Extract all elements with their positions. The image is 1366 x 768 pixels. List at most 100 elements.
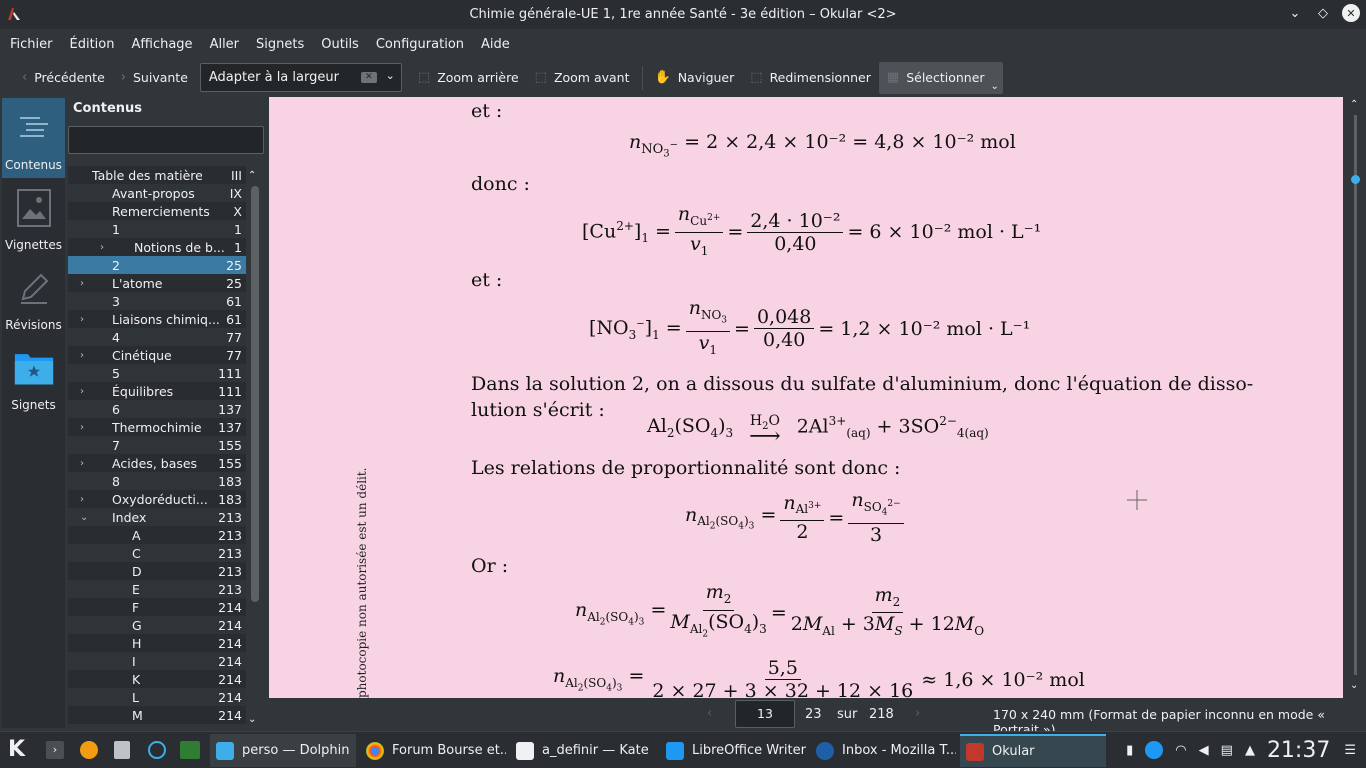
menu-affichage[interactable]: Affichage [131, 37, 192, 52]
device-icon[interactable]: ▮ [1126, 743, 1133, 758]
task-kate[interactable]: a_definir — Kate [510, 734, 656, 767]
toc-item[interactable]: 7 155 [68, 436, 246, 454]
expand-icon[interactable]: › [80, 386, 84, 397]
expand-icon[interactable]: › [80, 422, 84, 433]
select-tool-button[interactable]: ▦ Sélectionner ⌄ [878, 61, 1003, 94]
toc-item[interactable]: › Notions de b... 1 [68, 238, 246, 256]
bluetooth-icon[interactable] [1145, 741, 1164, 759]
calculator-icon[interactable] [114, 741, 130, 759]
chevron-down-icon[interactable]: ⌄ [386, 69, 395, 82]
expand-icon[interactable]: › [80, 350, 84, 361]
task-thunderbird[interactable]: Inbox - Mozilla T... [810, 734, 956, 767]
toc-item[interactable]: I 214 [68, 652, 246, 670]
settings-app-icon[interactable] [148, 741, 166, 759]
task-dolphin[interactable]: perso — Dolphin [210, 734, 356, 767]
toc-item[interactable]: 11 [68, 220, 246, 238]
toc-item[interactable]: ⌄ Index 213 [68, 508, 246, 526]
toc-item[interactable]: D 213 [68, 562, 246, 580]
close-icon[interactable]: ✕ [1342, 4, 1360, 22]
document-scrollbar[interactable]: ⌃ ⌄ [1343, 97, 1366, 698]
clipboard-icon[interactable]: ▤ [1221, 743, 1233, 758]
menu-aide[interactable]: Aide [481, 37, 510, 52]
toc-item[interactable]: Avant-propos IX [68, 184, 246, 202]
sidebar-item-contents[interactable]: Contenus [2, 98, 65, 178]
document-page[interactable]: et : nNO3− = 2 × 2,4 × 10⁻² = 4,8 × 10⁻²… [269, 97, 1343, 698]
image-viewer-icon[interactable] [180, 741, 200, 759]
browse-tool-button[interactable]: ✋ Naviguer [647, 62, 743, 94]
sidebar-item-thumbnails[interactable]: Vignettes [2, 178, 65, 258]
toc-item[interactable]: K 214 [68, 670, 246, 688]
task-okular[interactable]: Okular [960, 734, 1106, 767]
toc-item[interactable]: G 214 [68, 616, 246, 634]
toc-item[interactable]: › Liaisons chimiq... 61 [68, 310, 246, 328]
scrollbar-track[interactable] [1354, 115, 1357, 675]
toc-item[interactable]: ⌄Table des matièresIII [68, 166, 246, 184]
menu-configuration[interactable]: Configuration [376, 37, 464, 52]
app-launcher-orange-icon[interactable] [80, 741, 98, 759]
dropdown-arrow-icon[interactable]: ⌄ [991, 81, 999, 92]
toc-item[interactable]: 3 61 [68, 292, 246, 310]
terminal-icon[interactable]: › [46, 741, 64, 759]
sidebar-item-bookmarks[interactable]: Signets [2, 338, 65, 418]
next-button[interactable]: › Suivante [113, 62, 196, 94]
minimize-icon[interactable]: ⌄ [1286, 4, 1304, 22]
toc-item[interactable]: Remerciements X [68, 202, 246, 220]
toc-item[interactable]: › L'atome 25 [68, 274, 246, 292]
menu-aller[interactable]: Aller [210, 37, 239, 52]
expand-icon[interactable]: › [80, 278, 84, 289]
toc-search-input[interactable] [68, 126, 264, 154]
expand-icon[interactable]: › [80, 494, 84, 505]
toc-item[interactable]: 8 183 [68, 472, 246, 490]
resize-tool-button[interactable]: ⬚ Redimensionner [742, 62, 879, 94]
scroll-down-icon[interactable]: ⌄ [1350, 680, 1358, 691]
tray-expand-icon[interactable]: ▲ [1245, 743, 1255, 758]
toc-item[interactable]: E 213 [68, 580, 246, 598]
expand-icon[interactable]: › [100, 242, 104, 253]
maximize-icon[interactable]: ◇ [1314, 4, 1332, 22]
scroll-down-icon[interactable]: ⌄ [248, 714, 256, 725]
zoom-mode-select[interactable]: Adapter à la largeur ✕ ⌄ [199, 63, 402, 92]
sidebar-item-reviews[interactable]: Révisions [2, 258, 65, 338]
toc-item[interactable]: › Acides, bases 155 [68, 454, 246, 472]
expand-icon[interactable]: › [80, 314, 84, 325]
toc-item[interactable]: 2 25 [68, 256, 246, 274]
wifi-icon[interactable]: ◠ [1175, 743, 1186, 758]
zoom-out-button[interactable]: ⬚ Zoom arrière [410, 62, 527, 94]
task-writer[interactable]: LibreOffice Writer [660, 734, 806, 767]
menu-signets[interactable]: Signets [256, 37, 304, 52]
menu-outils[interactable]: Outils [321, 37, 359, 52]
toc-scrollbar-thumb[interactable] [251, 186, 259, 602]
collapse-icon[interactable]: ⌄ [80, 512, 88, 523]
page-number-input[interactable]: 13 [735, 700, 795, 728]
toc-item[interactable]: › Oxydoréducti... 183 [68, 490, 246, 508]
toc-item[interactable]: › Thermochimie 137 [68, 418, 246, 436]
toc-item[interactable]: F 214 [68, 598, 246, 616]
clear-icon[interactable]: ✕ [360, 72, 377, 83]
next-page-icon[interactable]: › [915, 706, 920, 721]
toc-item[interactable]: L 214 [68, 688, 246, 706]
toc-item[interactable]: M 214 [68, 706, 246, 724]
toc-item[interactable]: H 214 [68, 634, 246, 652]
toc-item[interactable]: A 213 [68, 526, 246, 544]
clock[interactable]: 21:37 [1267, 738, 1330, 763]
toc-scrollbar[interactable]: ⌃ ⌄ [248, 170, 260, 726]
volume-icon[interactable]: ◀ [1199, 743, 1209, 758]
scroll-up-icon[interactable]: ⌃ [248, 170, 256, 181]
zoom-in-button[interactable]: ⬚ Zoom avant [527, 62, 638, 94]
scrollbar-thumb[interactable] [1351, 175, 1360, 184]
toc-item[interactable]: 4 77 [68, 328, 246, 346]
okular-app-icon[interactable] [6, 6, 22, 22]
menu-icon[interactable]: ☰ [1344, 743, 1356, 758]
toc-item[interactable]: › Cinétique 77 [68, 346, 246, 364]
toc-item[interactable]: 5 111 [68, 364, 246, 382]
menu-fichier[interactable]: Fichier [10, 37, 53, 52]
kde-launcher-icon[interactable]: K [8, 737, 25, 762]
menu-edition[interactable]: Édition [70, 37, 115, 52]
task-chrome[interactable]: Forum Bourse et... [360, 734, 506, 767]
toc-item[interactable]: C 213 [68, 544, 246, 562]
toc-item[interactable]: › Équilibres 111 [68, 382, 246, 400]
scroll-up-icon[interactable]: ⌃ [1350, 99, 1358, 110]
toc-item[interactable]: 6 137 [68, 400, 246, 418]
prev-page-icon[interactable]: ‹ [707, 706, 712, 721]
expand-icon[interactable]: › [80, 458, 84, 469]
